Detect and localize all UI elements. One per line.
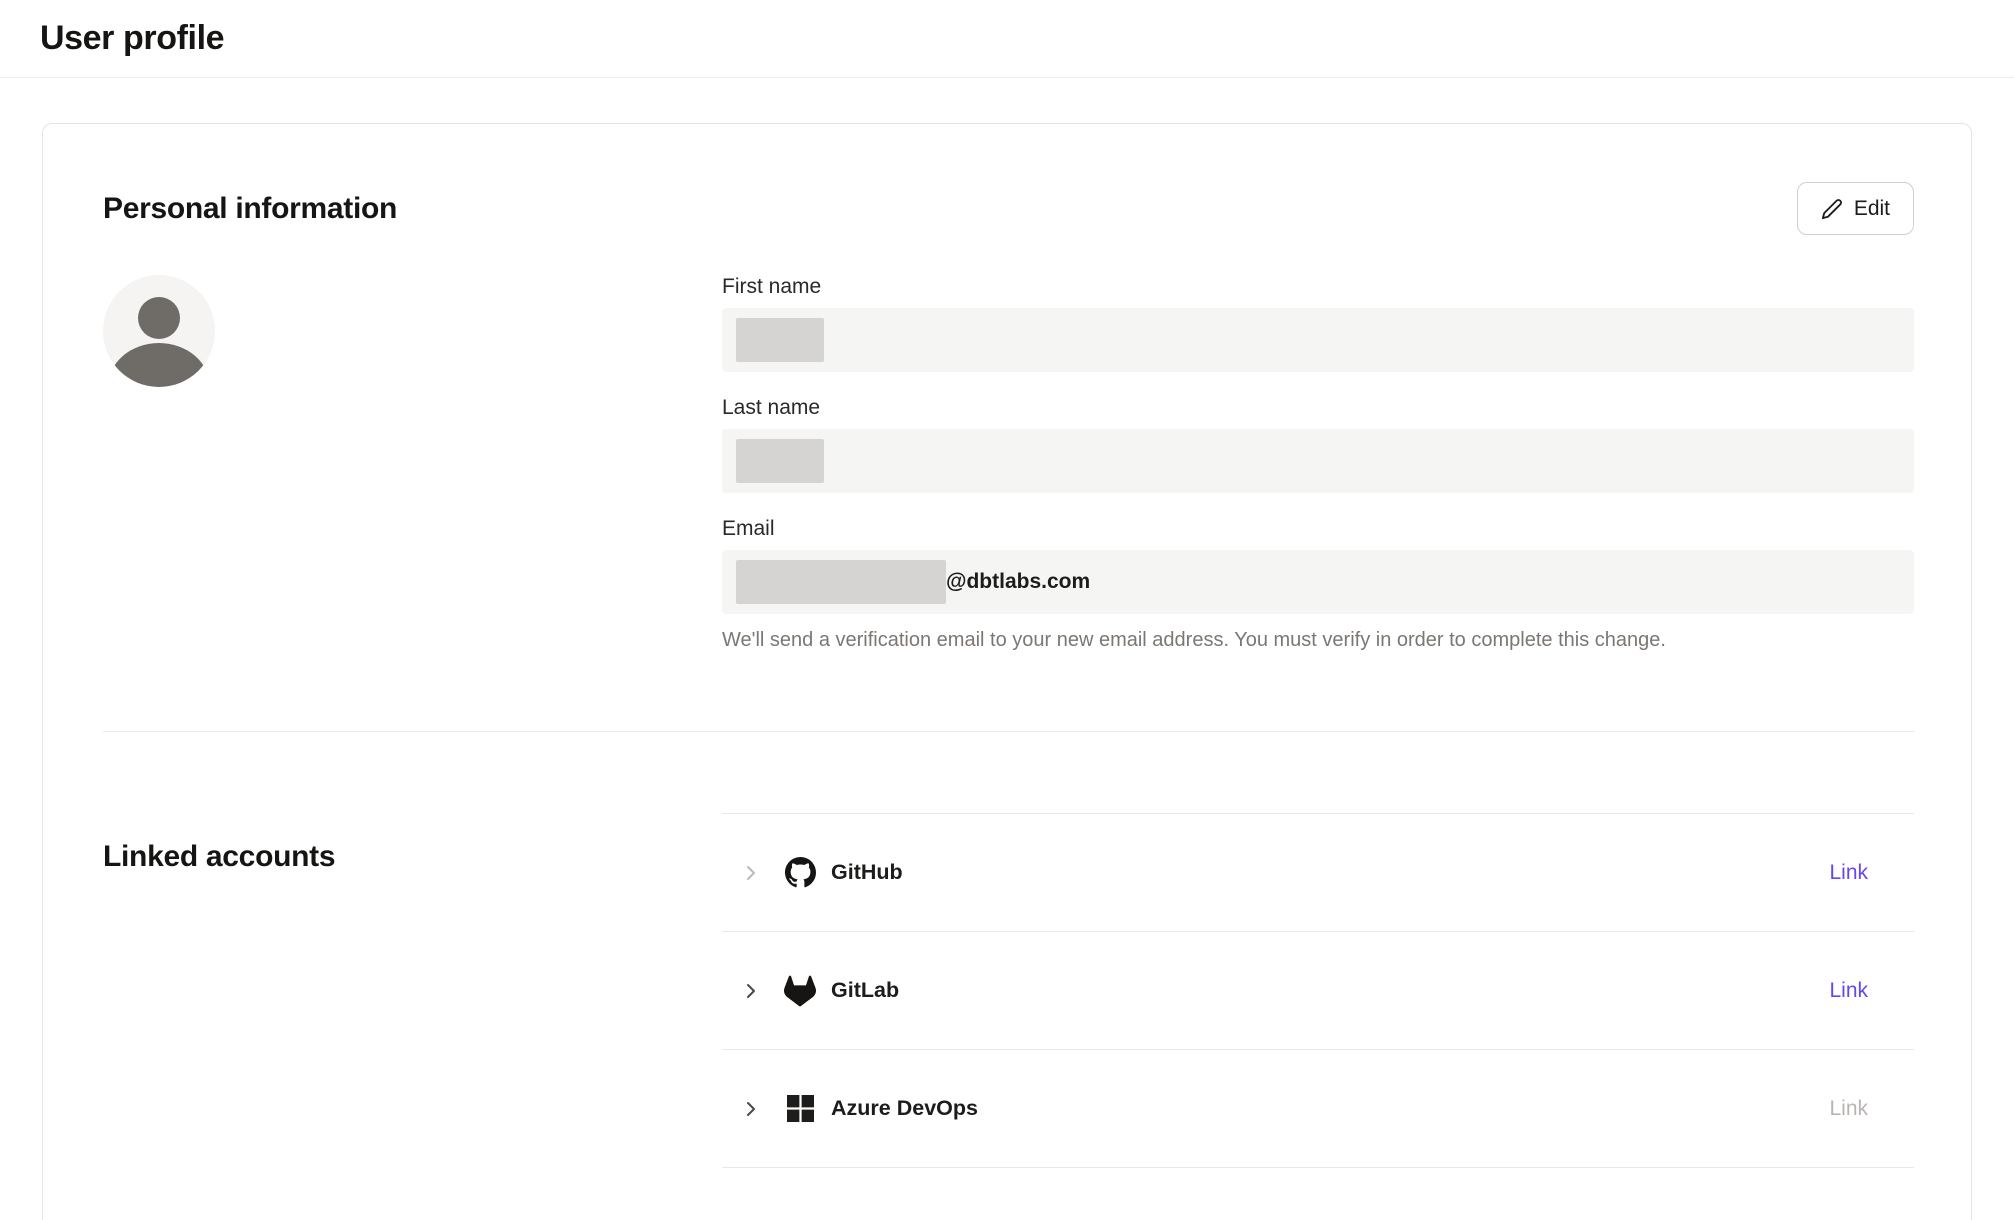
first-name-label: First name <box>722 275 1914 299</box>
linked-account-row-gitlab: GitLab Link <box>722 932 1914 1050</box>
personal-info-header: Personal information Edit <box>103 182 1914 235</box>
first-name-group: First name <box>722 275 1914 372</box>
email-label: Email <box>722 517 1914 541</box>
personal-info-body: First name Last name Email @dbtlabs. <box>103 275 1914 653</box>
email-group: Email @dbtlabs.com We'll send a verifica… <box>722 517 1914 653</box>
last-name-field[interactable] <box>722 429 1914 493</box>
redacted-value <box>736 560 946 604</box>
github-icon <box>783 857 817 888</box>
email-domain-text: @dbtlabs.com <box>946 570 1090 594</box>
pencil-icon <box>1821 198 1843 220</box>
link-account-action[interactable]: Link <box>1829 861 1868 885</box>
edit-button-label: Edit <box>1854 197 1890 221</box>
linked-accounts-heading: Linked accounts <box>103 840 722 874</box>
chevron-right-icon[interactable] <box>739 979 763 1003</box>
redacted-value <box>736 318 824 362</box>
last-name-group: Last name <box>722 396 1914 493</box>
email-field[interactable]: @dbtlabs.com <box>722 550 1914 614</box>
link-account-action-disabled: Link <box>1829 1097 1868 1121</box>
personal-info-form: First name Last name Email @dbtlabs. <box>722 275 1914 653</box>
chevron-right-icon[interactable] <box>739 861 763 885</box>
section-divider <box>103 731 1914 732</box>
first-name-field[interactable] <box>722 308 1914 372</box>
account-name: GitHub <box>831 860 903 885</box>
chevron-right-icon[interactable] <box>739 1097 763 1121</box>
redacted-value <box>736 439 824 483</box>
avatar-placeholder <box>103 275 215 387</box>
linked-accounts-heading-column: Linked accounts <box>103 813 722 874</box>
link-account-action[interactable]: Link <box>1829 979 1868 1003</box>
linked-accounts-section: Linked accounts GitHub <box>103 813 1914 1168</box>
page-header: User profile <box>0 0 2014 78</box>
page-title: User profile <box>40 19 224 58</box>
account-name: Azure DevOps <box>831 1096 978 1121</box>
azure-devops-icon <box>783 1095 817 1122</box>
edit-button[interactable]: Edit <box>1797 182 1914 235</box>
profile-card: Personal information Edit <box>42 123 1972 1220</box>
linked-account-row-github: GitHub Link <box>722 814 1914 932</box>
linked-account-row-azure-devops: Azure DevOps Link <box>722 1050 1914 1168</box>
linked-accounts-list: GitHub Link GitLab <box>722 813 1914 1168</box>
last-name-label: Last name <box>722 396 1914 420</box>
gitlab-icon <box>783 975 817 1007</box>
main-content: Personal information Edit <box>0 78 2014 1220</box>
personal-info-heading: Personal information <box>103 192 397 226</box>
avatar-column <box>103 275 722 387</box>
email-helper-text: We'll send a verification email to your … <box>722 627 1914 653</box>
account-name: GitLab <box>831 978 899 1003</box>
